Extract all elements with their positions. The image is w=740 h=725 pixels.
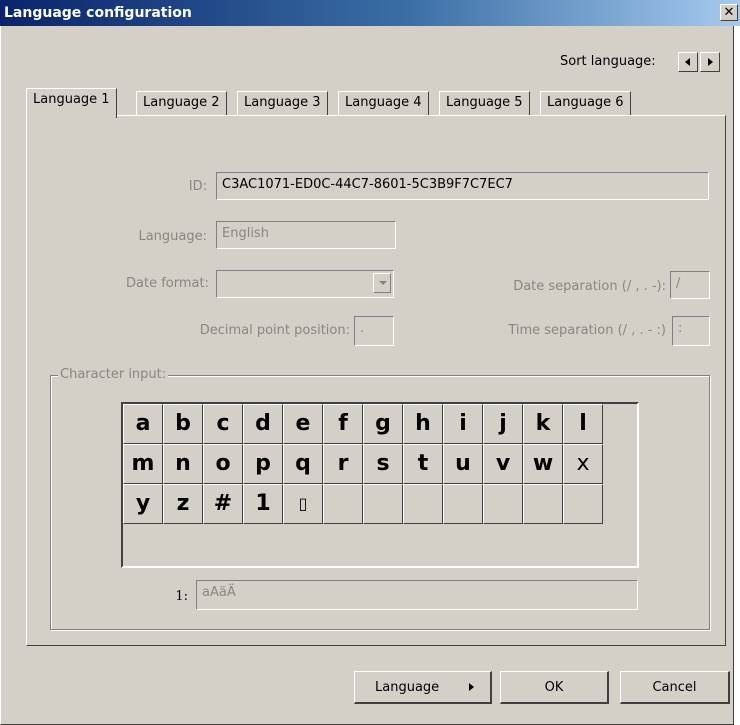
char-key[interactable]: f (323, 404, 363, 444)
char-key[interactable]: p (243, 444, 283, 484)
date-separation-field[interactable]: / (670, 271, 710, 299)
char-key-empty[interactable] (563, 484, 603, 524)
char-key[interactable]: s (363, 444, 403, 484)
chevron-down-icon (379, 281, 387, 285)
char-key[interactable]: 1 (243, 484, 283, 524)
char-key[interactable]: d (243, 404, 283, 444)
char-key[interactable]: k (523, 404, 563, 444)
close-icon[interactable]: ✕ (720, 4, 738, 21)
character-pad: a b c d e f g h i j k l m n o p q r s t … (121, 402, 639, 568)
char-key[interactable]: m (123, 444, 163, 484)
cancel-button[interactable]: Cancel (620, 671, 730, 704)
char-key[interactable]: # (203, 484, 243, 524)
dropdown-button[interactable] (373, 273, 391, 293)
tab-language-1[interactable]: Language 1 (26, 88, 117, 118)
char-key[interactable]: x (563, 444, 603, 484)
date-format-select[interactable] (216, 270, 394, 298)
decimal-point-field[interactable]: . (354, 316, 394, 346)
char-key[interactable]: b (163, 404, 203, 444)
char-key[interactable]: u (443, 444, 483, 484)
sort-left-button[interactable] (678, 52, 698, 72)
time-separation-label: Time separation (/ , . - :) (508, 323, 666, 338)
char-field-label: 1: (175, 589, 188, 604)
char-key[interactable]: j (483, 404, 523, 444)
decimal-point-label: Decimal point position: (199, 323, 350, 338)
date-format-label: Date format: (126, 276, 209, 291)
char-key[interactable]: h (403, 404, 443, 444)
char-key-empty[interactable] (403, 484, 443, 524)
id-field[interactable]: C3AC1071-ED0C-44C7-8601-5C3B9F7C7EC7 (216, 172, 709, 200)
char-key[interactable]: v (483, 444, 523, 484)
language-label: Language: (138, 229, 207, 244)
char-variants-field[interactable]: aAäÄ (196, 580, 638, 610)
title-bar: Language configuration (0, 0, 740, 26)
char-key[interactable]: z (163, 484, 203, 524)
character-input-legend: Character input: (58, 367, 169, 382)
date-separation-label: Date separation (/ , . -): (513, 279, 666, 294)
sort-language-label: Sort language: (560, 54, 656, 69)
char-key-empty[interactable] (323, 484, 363, 524)
sort-right-button[interactable] (700, 52, 720, 72)
language-button-label: Language (375, 680, 440, 695)
char-key[interactable]: l (563, 404, 603, 444)
char-key[interactable]: t (403, 444, 443, 484)
char-key[interactable]: q (283, 444, 323, 484)
tab-language-6[interactable]: Language 6 (540, 91, 631, 115)
time-separation-field[interactable]: : (672, 316, 710, 346)
char-key[interactable]: ▯ (283, 484, 323, 524)
tab-language-2[interactable]: Language 2 (136, 91, 227, 115)
char-key[interactable]: i (443, 404, 483, 444)
arrow-left-icon (685, 58, 690, 66)
tab-language-4[interactable]: Language 4 (338, 91, 429, 115)
tab-language-5[interactable]: Language 5 (439, 91, 530, 115)
char-key-empty[interactable] (363, 484, 403, 524)
tab-language-3[interactable]: Language 3 (237, 91, 328, 115)
char-key[interactable]: o (203, 444, 243, 484)
char-key[interactable]: g (363, 404, 403, 444)
char-key[interactable]: c (203, 404, 243, 444)
char-key[interactable]: y (123, 484, 163, 524)
char-key[interactable]: n (163, 444, 203, 484)
ok-button[interactable]: OK (500, 671, 609, 704)
language-field[interactable]: English (216, 221, 396, 249)
id-label: ID: (188, 179, 207, 194)
char-key[interactable]: w (523, 444, 563, 484)
char-key[interactable]: a (123, 404, 163, 444)
arrow-right-icon (708, 58, 713, 66)
language-menu-button[interactable]: Language (354, 671, 492, 704)
char-key-empty[interactable] (483, 484, 523, 524)
char-key-empty[interactable] (523, 484, 563, 524)
arrow-right-icon (469, 683, 474, 691)
window-title: Language configuration (4, 5, 192, 21)
char-key[interactable]: r (323, 444, 363, 484)
char-key-empty[interactable] (443, 484, 483, 524)
char-key[interactable]: e (283, 404, 323, 444)
